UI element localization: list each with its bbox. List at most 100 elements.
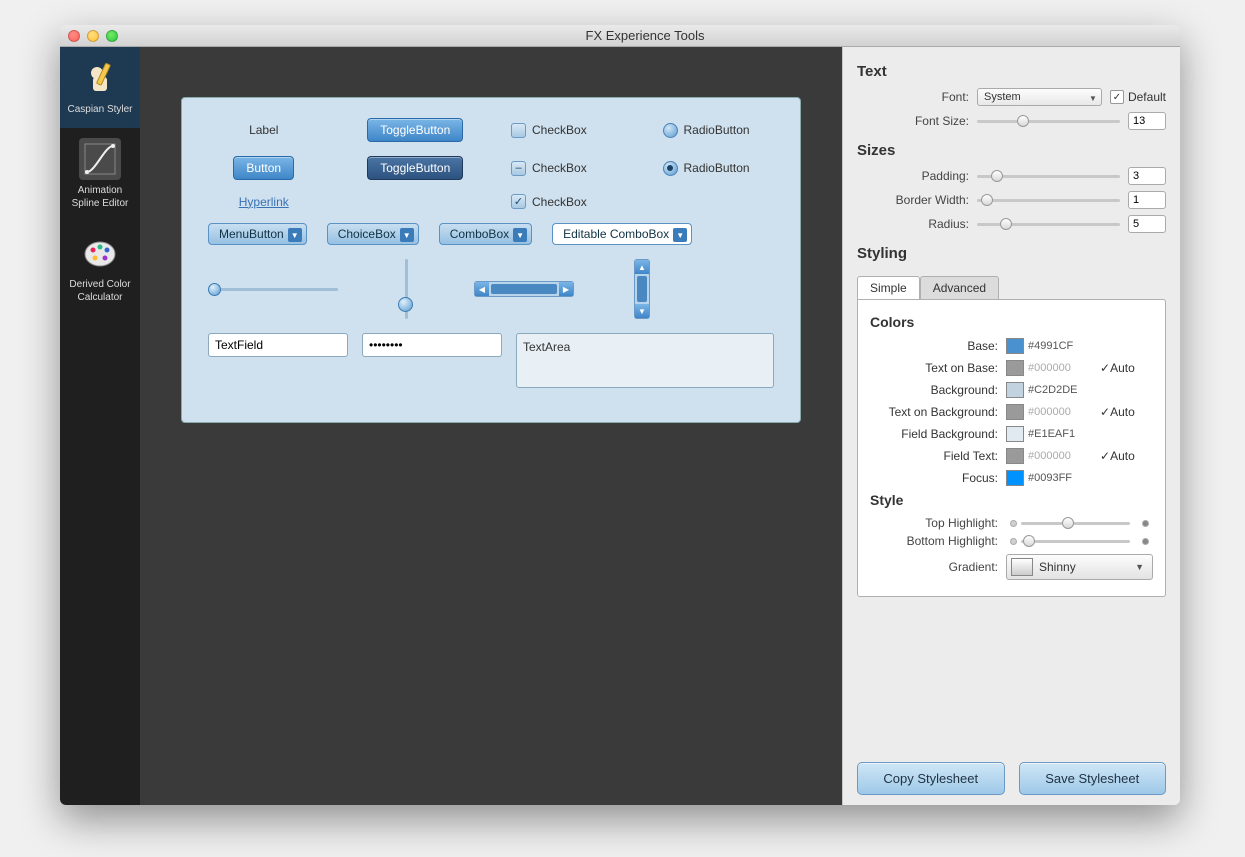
radius-field[interactable] — [1128, 215, 1166, 233]
tool-derived-color-calculator[interactable]: Derived Color Calculator — [60, 222, 140, 316]
preview-hyperlink[interactable]: Hyperlink — [239, 195, 289, 209]
padding-label: Padding: — [857, 169, 969, 183]
chevron-down-icon: ▼ — [673, 228, 687, 242]
fieldtext-label: Field Text: — [870, 449, 998, 463]
tab-simple[interactable]: Simple — [857, 276, 920, 299]
base-color-value: #4991CF — [1028, 340, 1100, 352]
chevron-down-icon: ▼ — [1131, 562, 1148, 572]
heading-style: Style — [870, 492, 1153, 508]
bottom-highlight-max-icon — [1142, 538, 1149, 545]
preview-button[interactable]: Button — [233, 156, 294, 180]
radius-slider[interactable] — [977, 217, 1120, 231]
gradient-combobox[interactable]: Shinny ▼ — [1006, 554, 1153, 580]
preview-scrollbar-horizontal[interactable]: ◀▶ — [474, 281, 574, 297]
focus-swatch[interactable] — [1006, 470, 1024, 486]
preview-combobox[interactable]: ComboBox▼ — [439, 223, 532, 245]
heading-text: Text — [857, 63, 1166, 80]
preview-textfield[interactable] — [208, 333, 348, 357]
copy-stylesheet-button[interactable]: Copy Stylesheet — [857, 762, 1005, 795]
window-title: FX Experience Tools — [118, 28, 1172, 43]
preview-textarea[interactable]: TextArea — [516, 333, 774, 388]
base-color-swatch[interactable] — [1006, 338, 1024, 354]
textonbg-swatch[interactable] — [1006, 404, 1024, 420]
color-calculator-icon — [79, 232, 121, 274]
preview-menubutton[interactable]: MenuButton▼ — [208, 223, 307, 245]
heading-sizes: Sizes — [857, 142, 1166, 159]
textonbase-auto-checkbox[interactable]: ✓ — [1100, 361, 1110, 375]
save-stylesheet-button[interactable]: Save Stylesheet — [1019, 762, 1167, 795]
preview-slider-horizontal[interactable] — [208, 281, 338, 297]
tab-panel-simple: Colors Base: #4991CF Text on Base: #0000… — [857, 299, 1166, 597]
app-window: FX Experience Tools Caspian Styler Anima… — [60, 25, 1180, 805]
fieldbg-swatch[interactable] — [1006, 426, 1024, 442]
top-highlight-slider[interactable] — [1021, 516, 1130, 530]
preview-checkbox-1[interactable]: CheckBox — [511, 123, 623, 138]
chevron-down-icon: ▼ — [513, 228, 527, 242]
padding-field[interactable] — [1128, 167, 1166, 185]
top-highlight-label: Top Highlight: — [870, 516, 998, 530]
titlebar[interactable]: FX Experience Tools — [60, 25, 1180, 47]
fontsize-slider[interactable] — [977, 114, 1120, 128]
tab-advanced[interactable]: Advanced — [920, 276, 999, 299]
chevron-down-icon: ▼ — [288, 228, 302, 242]
gradient-swatch-icon — [1011, 558, 1033, 576]
default-label: Default — [1128, 90, 1166, 104]
textonbg-auto-checkbox[interactable]: ✓ — [1100, 405, 1110, 419]
preview-togglebutton-2[interactable]: ToggleButton — [367, 156, 463, 180]
tool-label: Caspian Styler — [67, 104, 132, 115]
background-label: Background: — [870, 383, 998, 397]
borderwidth-label: Border Width: — [857, 193, 969, 207]
radius-label: Radius: — [857, 217, 969, 231]
preview-scrollbar-vertical[interactable]: ▲▼ — [634, 259, 650, 319]
close-window-button[interactable] — [68, 30, 80, 42]
fontsize-field[interactable] — [1128, 112, 1166, 130]
preview-passwordfield[interactable] — [362, 333, 502, 357]
auto-label: Auto — [1110, 449, 1135, 463]
fieldbg-label: Field Background: — [870, 427, 998, 441]
content-area: Caspian Styler Animation Spline Editor D… — [60, 47, 1180, 805]
top-highlight-max-icon — [1142, 520, 1149, 527]
font-label: Font: — [857, 90, 969, 104]
gradient-label: Gradient: — [870, 560, 998, 574]
preview-slider-vertical[interactable] — [398, 259, 414, 319]
fontsize-label: Font Size: — [857, 114, 969, 128]
fieldtext-auto-checkbox[interactable]: ✓ — [1100, 449, 1110, 463]
fieldtext-value: #000000 — [1028, 450, 1100, 462]
borderwidth-field[interactable] — [1128, 191, 1166, 209]
padding-slider[interactable] — [977, 169, 1120, 183]
caspian-styler-icon — [79, 57, 121, 99]
preview-editable-combobox[interactable]: Editable ComboBox▼ — [552, 223, 692, 245]
preview-choicebox[interactable]: ChoiceBox▼ — [327, 223, 419, 245]
base-color-label: Base: — [870, 339, 998, 353]
preview-togglebutton-1[interactable]: ToggleButton — [367, 118, 463, 142]
preview-checkbox-3[interactable]: ✓CheckBox — [511, 194, 623, 209]
tool-animation-spline-editor[interactable]: Animation Spline Editor — [60, 128, 140, 222]
textonbase-swatch[interactable] — [1006, 360, 1024, 376]
tool-strip: Caspian Styler Animation Spline Editor D… — [60, 47, 140, 805]
minimize-window-button[interactable] — [87, 30, 99, 42]
font-combobox[interactable]: System▼ — [977, 88, 1102, 106]
preview-radio-2[interactable]: RadioButton — [663, 161, 775, 176]
zoom-window-button[interactable] — [106, 30, 118, 42]
textonbase-label: Text on Base: — [870, 361, 998, 375]
bottom-highlight-min-icon — [1010, 538, 1017, 545]
fieldbg-value: #E1EAF1 — [1028, 428, 1100, 440]
focus-value: #0093FF — [1028, 472, 1100, 484]
font-default-checkbox[interactable]: ✓ — [1110, 90, 1124, 104]
preview-radio-1[interactable]: RadioButton — [663, 123, 775, 138]
top-highlight-min-icon — [1010, 520, 1017, 527]
auto-label: Auto — [1110, 405, 1135, 419]
side-panel: Text Font: System▼ ✓ Default Font Size: … — [842, 47, 1180, 805]
focus-label: Focus: — [870, 471, 998, 485]
fieldtext-swatch[interactable] — [1006, 448, 1024, 464]
background-value: #C2D2DE — [1028, 384, 1100, 396]
preview-checkbox-2[interactable]: –CheckBox — [511, 161, 623, 176]
tool-label: Animation Spline Editor — [72, 185, 129, 209]
background-swatch[interactable] — [1006, 382, 1024, 398]
textonbg-value: #000000 — [1028, 406, 1100, 418]
borderwidth-slider[interactable] — [977, 193, 1120, 207]
heading-colors: Colors — [870, 314, 1153, 330]
bottom-highlight-slider[interactable] — [1021, 534, 1130, 548]
tool-caspian-styler[interactable]: Caspian Styler — [60, 47, 140, 128]
preview-label: Label — [249, 123, 278, 137]
